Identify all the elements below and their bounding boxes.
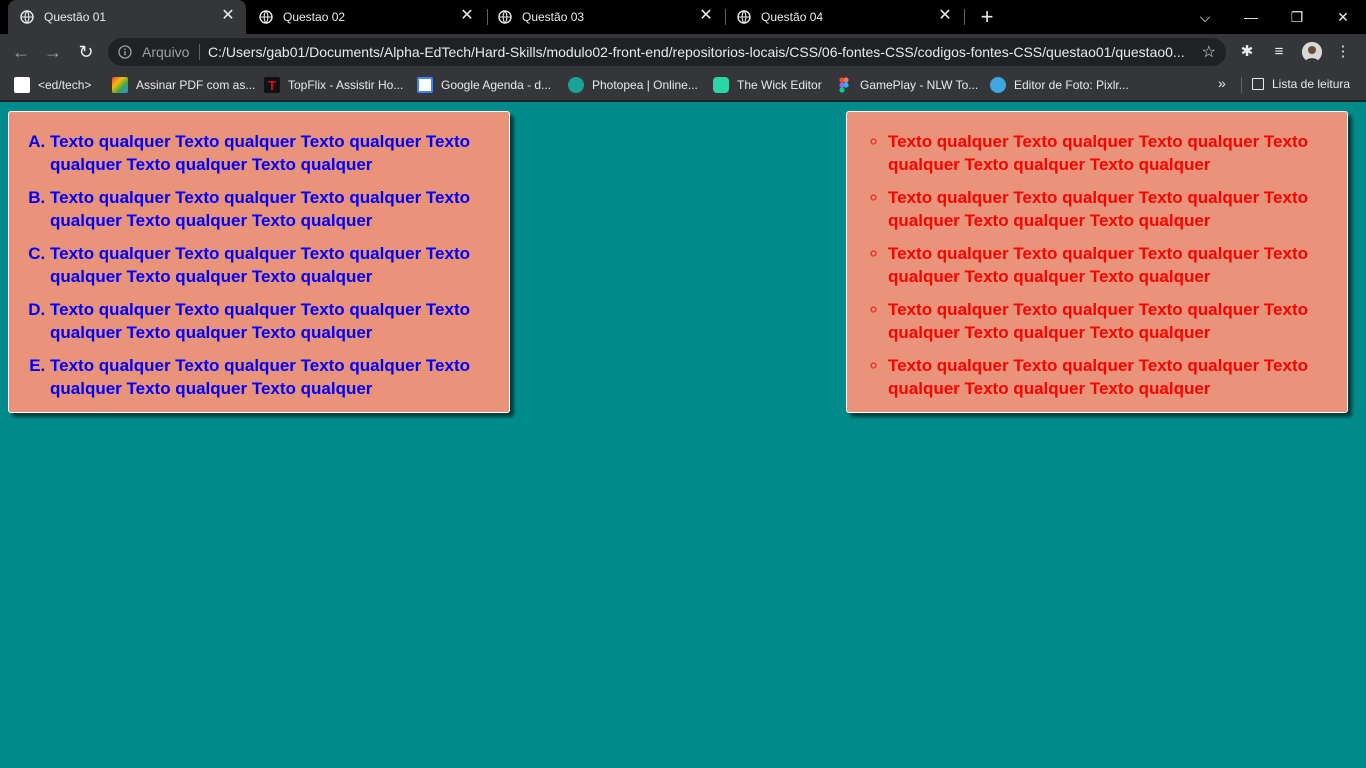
bookmark-label: Google Agenda - d... <box>441 78 552 92</box>
reload-icon[interactable]: ↻ <box>75 41 97 63</box>
close-icon[interactable]: ✕ <box>220 8 236 24</box>
figma-icon <box>836 77 852 93</box>
avatar[interactable] <box>1302 42 1322 62</box>
address-bar[interactable]: Arquivo C:/Users/gab01/Documents/Alpha-E… <box>108 38 1226 66</box>
window-close-icon[interactable]: ✕ <box>1332 6 1354 28</box>
scheme-label: Arquivo <box>142 44 190 60</box>
list-item: Texto qualquer Texto qualquer Texto qual… <box>50 242 509 288</box>
tab-questao-02[interactable]: Questao 02 ✕ <box>247 0 485 34</box>
bookmarks-bar: <ed/tech> Assinar PDF com as... T TopFli… <box>0 70 1366 100</box>
list-item: Texto qualquer Texto qualquer Texto qual… <box>888 354 1347 400</box>
tab-title: Questão 01 <box>44 10 107 24</box>
tab-questao-04[interactable]: Questão 04 ✕ <box>725 0 963 34</box>
page-content: Texto qualquer Texto qualquer Texto qual… <box>0 102 1366 768</box>
list-item: Texto qualquer Texto qualquer Texto qual… <box>888 130 1347 176</box>
svg-text:T: T <box>268 78 276 93</box>
bookmark-label: <ed/tech> <box>38 78 92 92</box>
photopea-icon <box>568 77 584 93</box>
close-icon[interactable]: ✕ <box>698 8 714 24</box>
extensions-icon[interactable]: ✱ <box>1238 43 1256 61</box>
bookmark-label: The Wick Editor <box>737 78 822 92</box>
url-text[interactable]: C:/Users/gab01/Documents/Alpha-EdTech/Ha… <box>208 44 1188 60</box>
profile-icon <box>1302 42 1322 62</box>
topflix-icon: T <box>264 77 280 93</box>
bookmark-star-icon[interactable]: ☆ <box>1202 42 1216 62</box>
tab-title: Questao 02 <box>283 10 346 24</box>
tab-title: Questão 03 <box>522 10 585 24</box>
pixlr-icon <box>990 77 1006 93</box>
left-list-box: Texto qualquer Texto qualquer Texto qual… <box>8 111 510 413</box>
tab-strip: Questão 01 ✕ Questao 02 ✕ Questão 03 ✕ Q… <box>0 0 1366 34</box>
bookmarks-divider <box>1241 77 1242 93</box>
reading-list-label: Lista de leitura <box>1272 77 1351 91</box>
tab-search-icon[interactable]: ⌵ <box>1194 6 1216 28</box>
tab-questao-03[interactable]: Questão 03 ✕ <box>486 0 724 34</box>
toolbar: ← → ↻ Arquivo C:/Users/gab01/Documents/A… <box>0 34 1366 70</box>
minimize-icon[interactable]: — <box>1240 6 1262 28</box>
bookmark-label: TopFlix - Assistir Ho... <box>288 78 404 92</box>
info-icon[interactable] <box>118 45 132 59</box>
browser-chrome: Questão 01 ✕ Questao 02 ✕ Questão 03 ✕ Q… <box>0 0 1366 102</box>
globe-icon <box>498 10 512 24</box>
calendar-icon <box>417 77 433 93</box>
ordered-list: Texto qualquer Texto qualquer Texto qual… <box>9 112 509 400</box>
media-control-icon[interactable]: ≡ <box>1270 43 1288 61</box>
list-item: Texto qualquer Texto qualquer Texto qual… <box>50 186 509 232</box>
bookmark-label: Assinar PDF com as... <box>136 78 256 92</box>
unordered-list: Texto qualquer Texto qualquer Texto qual… <box>847 112 1347 400</box>
back-icon[interactable]: ← <box>10 41 32 63</box>
list-item: Texto qualquer Texto qualquer Texto qual… <box>50 298 509 344</box>
list-item: Texto qualquer Texto qualquer Texto qual… <box>888 242 1347 288</box>
restore-icon[interactable]: ❐ <box>1286 6 1308 28</box>
reading-list-icon <box>1252 78 1264 90</box>
list-item: Texto qualquer Texto qualquer Texto qual… <box>50 354 509 400</box>
right-list-box: Texto qualquer Texto qualquer Texto qual… <box>846 111 1348 413</box>
bookmark-label: Photopea | Online... <box>592 78 698 92</box>
tab-divider <box>964 9 965 25</box>
globe-icon <box>737 10 751 24</box>
new-tab-button[interactable]: + <box>976 6 998 28</box>
address-divider <box>199 44 200 60</box>
forward-icon[interactable]: → <box>42 41 64 63</box>
pdf-icon <box>112 77 128 93</box>
close-icon[interactable]: ✕ <box>937 8 953 24</box>
bookmark-label: Editor de Foto: Pixlr... <box>1014 78 1129 92</box>
close-icon[interactable]: ✕ <box>459 8 475 24</box>
tab-title: Questão 04 <box>761 10 824 24</box>
wick-icon <box>713 77 729 93</box>
globe-icon <box>259 10 273 24</box>
list-item: Texto qualquer Texto qualquer Texto qual… <box>50 130 509 176</box>
globe-icon <box>20 10 34 24</box>
tab-questao-01[interactable]: Questão 01 ✕ <box>8 0 246 34</box>
bookmark-label: GamePlay - NLW To... <box>860 78 979 92</box>
edtech-icon <box>14 77 30 93</box>
menu-kebab-icon[interactable]: ⋮ <box>1334 43 1352 61</box>
list-item: Texto qualquer Texto qualquer Texto qual… <box>888 186 1347 232</box>
bookmarks-overflow-button[interactable]: » <box>1218 75 1226 91</box>
list-item: Texto qualquer Texto qualquer Texto qual… <box>888 298 1347 344</box>
reading-list-button[interactable]: Lista de leitura <box>1252 77 1350 91</box>
